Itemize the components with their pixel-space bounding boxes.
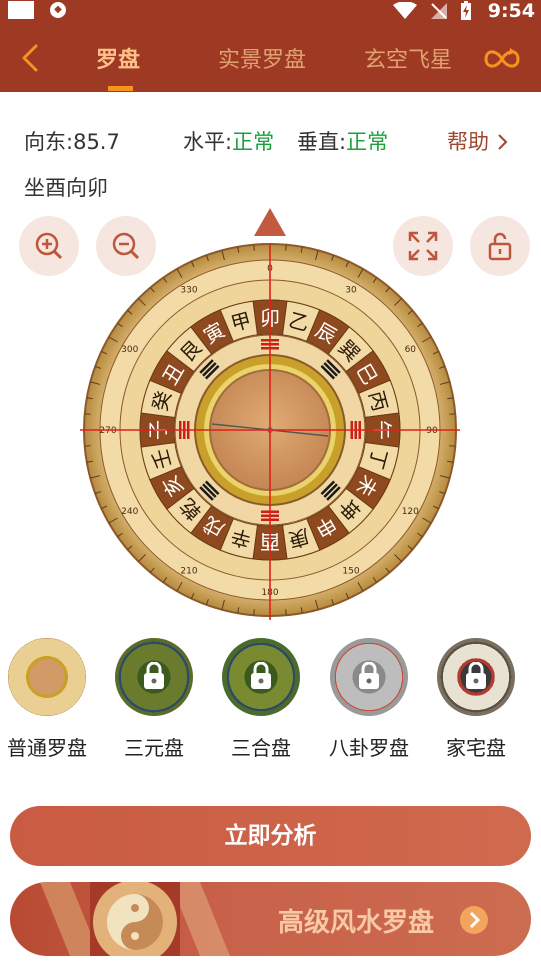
- compass-type-label: 三合盘: [231, 736, 291, 760]
- shield-icon: ◆: [50, 2, 66, 18]
- zoom-in-icon: [35, 232, 63, 260]
- degree-label: 30: [345, 286, 357, 296]
- lock-icon: [466, 662, 486, 689]
- tab-compass[interactable]: 罗盘: [96, 42, 140, 74]
- battery-charging-icon: [461, 1, 471, 20]
- compass-type-label: 八卦罗盘: [329, 736, 409, 760]
- lock-icon: [359, 662, 379, 689]
- direction-value: 85.7: [73, 130, 120, 154]
- degree-label: 120: [402, 507, 419, 517]
- analyze-button[interactable]: 立即分析: [10, 806, 531, 866]
- active-tab-indicator: [108, 86, 133, 91]
- bagua-compass-thumb: [330, 638, 408, 716]
- sanyuan-compass-thumb: [115, 638, 193, 716]
- tab-live-compass[interactable]: 实景罗盘: [218, 42, 306, 74]
- direction-label: 向东:: [24, 130, 74, 154]
- vertical-readout: 垂直:正常: [297, 126, 388, 156]
- premium-compass-banner[interactable]: 高级风水罗盘: [10, 882, 531, 956]
- degree-label: 210: [180, 566, 197, 576]
- lock-icon: [144, 662, 164, 689]
- standard-compass-thumb: [8, 638, 86, 716]
- degree-label: 240: [121, 507, 138, 517]
- vertical-label: 垂直:: [297, 130, 347, 154]
- level-label: 水平:: [183, 130, 233, 154]
- unlock-icon: [488, 232, 512, 261]
- degree-label: 60: [405, 345, 417, 355]
- direction-readout: 向东:85.7: [24, 126, 120, 156]
- degree-label: 300: [121, 345, 138, 355]
- notification-icon: [8, 1, 34, 19]
- help-link[interactable]: 帮助: [447, 126, 508, 156]
- lock-button[interactable]: [470, 216, 530, 276]
- compass-type-label: 普通罗盘: [7, 736, 87, 760]
- compass-type-label: 三元盘: [124, 736, 184, 760]
- tab-flying-stars[interactable]: 玄空飞星: [364, 42, 452, 74]
- compass-type-house[interactable]: 家宅盘: [426, 634, 526, 761]
- house-compass-thumb: [437, 638, 515, 716]
- level-status: 正常: [232, 130, 275, 154]
- level-readout: 水平:正常: [183, 126, 274, 156]
- north-pointer: [254, 208, 286, 236]
- degree-label: 150: [342, 566, 359, 576]
- degree-label: 330: [180, 286, 197, 296]
- degree-label: 90: [426, 426, 438, 436]
- chevron-right-icon: [497, 134, 508, 150]
- degree-label: 270: [99, 426, 116, 436]
- clock: 9:54: [487, 0, 535, 22]
- lock-icon: [251, 662, 271, 689]
- compass-type-sanhe[interactable]: 三合盘: [211, 634, 311, 761]
- status-bar: ◆ 9:54: [0, 0, 541, 22]
- taiji-compass-icon: [40, 882, 230, 956]
- compass-type-label: 家宅盘: [446, 736, 506, 760]
- top-nav: 罗盘 实景罗盘 玄空飞星: [0, 22, 541, 92]
- compass-type-standard[interactable]: 普通罗盘: [0, 634, 97, 761]
- sitting-direction: 坐酉向卯: [24, 176, 108, 200]
- compass-type-sanyuan[interactable]: 三元盘: [104, 634, 204, 761]
- vertical-status: 正常: [346, 130, 389, 154]
- no-signal-icon: [431, 3, 447, 19]
- wifi-icon: [393, 2, 417, 19]
- zoom-in-button[interactable]: [19, 216, 79, 276]
- promo-title: 高级风水罗盘: [278, 908, 435, 938]
- help-label: 帮助: [447, 130, 489, 154]
- compass-dial[interactable]: 0306090120150180210240270300330 卯乙辰巽巳丙午丁…: [80, 204, 460, 620]
- arrow-right-icon: [460, 906, 488, 934]
- compass-type-bagua[interactable]: 八卦罗盘: [319, 634, 419, 761]
- compass-type-list: 普通罗盘 三元盘 三合盘 八卦罗盘 家宅盘: [0, 634, 541, 764]
- loop-icon[interactable]: [482, 44, 522, 74]
- back-arrow-icon[interactable]: [14, 38, 54, 78]
- sanhe-compass-thumb: [222, 638, 300, 716]
